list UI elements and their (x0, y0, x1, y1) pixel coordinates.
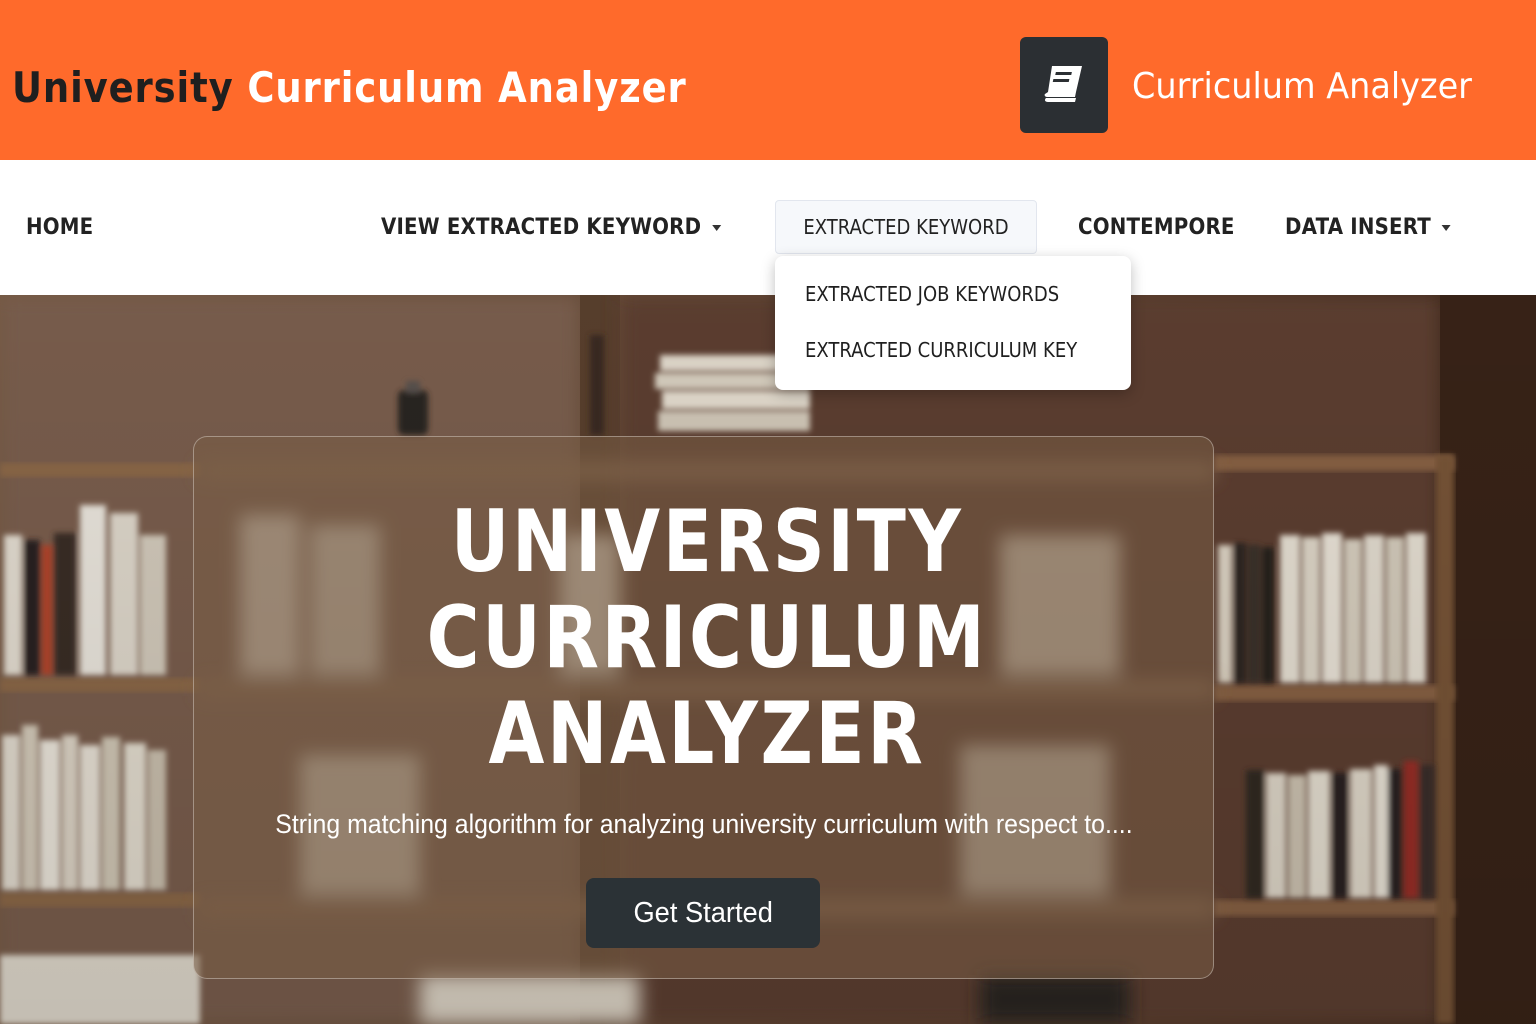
hero-title-line-2: CURRICULUM (426, 588, 988, 688)
nav-extracted-keyword[interactable]: EXTRACTED KEYWORD (775, 200, 1037, 254)
hero-title-line-1: UNIVERSITY (450, 492, 964, 592)
nav-contempore[interactable]: CONTEMPORE (1078, 212, 1235, 244)
hero-title: UNIVERSITY CURRICULUM ANALYZER (0, 494, 1536, 784)
site-header: University Curriculum Analyzer Curriculu… (0, 0, 1536, 160)
site-title: University Curriculum Analyzer (12, 56, 687, 120)
dropdown-item-extracted-job-keywords[interactable]: EXTRACTED JOB KEYWORDS (805, 278, 1059, 310)
nav-home[interactable]: HOME (26, 212, 93, 244)
caret-down-icon (1441, 225, 1451, 231)
site-title-part-2: Curriculum Analyzer (247, 63, 687, 112)
nav-extracted-keyword-label: EXTRACTED KEYWORD (803, 215, 1009, 239)
hero-title-line-3: ANALYZER (488, 684, 926, 784)
main-navbar: HOME VIEW EXTRACTED KEYWORD EXTRACTED KE… (0, 160, 1536, 295)
site-title-part-1: University (12, 63, 234, 112)
extracted-keyword-dropdown: EXTRACTED JOB KEYWORDS EXTRACTED CURRICU… (775, 256, 1131, 390)
nav-data-insert-label: DATA INSERT (1285, 215, 1431, 240)
brand-name[interactable]: Curriculum Analyzer (1132, 62, 1472, 112)
page: University Curriculum Analyzer Curriculu… (0, 0, 1536, 1024)
nav-view-extracted-keyword-label: VIEW EXTRACTED KEYWORD (381, 215, 702, 240)
get-started-button[interactable]: Get Started (586, 878, 820, 948)
dropdown-item-extracted-curriculum-key[interactable]: EXTRACTED CURRICULUM KEY (805, 334, 1077, 366)
hero-subtitle-text: String matching algorithm for analyzing … (274, 809, 1133, 839)
brand-logo[interactable] (1020, 37, 1108, 133)
nav-view-extracted-keyword[interactable]: VIEW EXTRACTED KEYWORD (381, 212, 722, 244)
hero-subtitle: String matching algorithm for analyzing … (193, 806, 1214, 842)
book-icon (1042, 62, 1086, 109)
nav-data-insert[interactable]: DATA INSERT (1285, 212, 1451, 244)
get-started-label: Get Started (633, 896, 773, 929)
caret-down-icon (712, 225, 722, 231)
